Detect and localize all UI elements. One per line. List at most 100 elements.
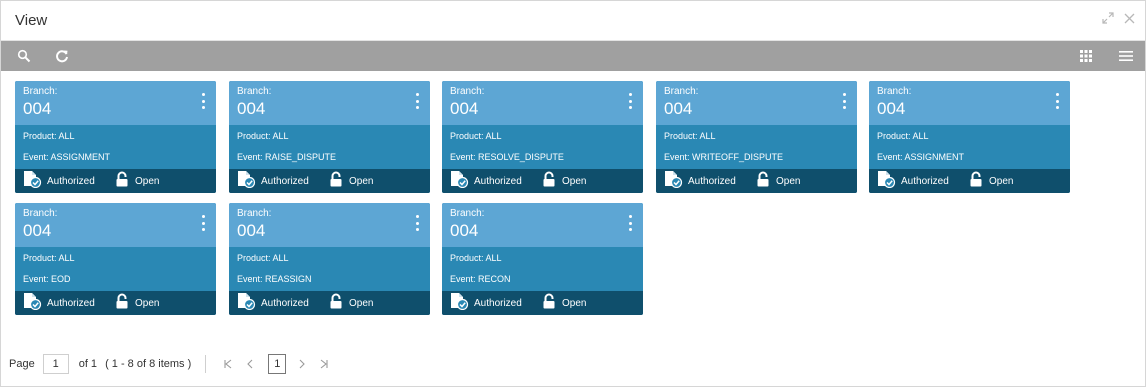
tile-header: Branch: 004 [869, 81, 1070, 125]
toolbar-left [15, 41, 71, 71]
tile-header: Branch: 004 [229, 81, 430, 125]
product-text: Product: ALL [23, 253, 75, 263]
branch-label: Branch: [23, 208, 58, 219]
event-text: Event: RESOLVE_DISPUTE [450, 152, 564, 162]
authorization-status: Authorized [22, 291, 95, 315]
branch-value: 004 [237, 221, 266, 240]
page-label: Page [9, 358, 35, 370]
tile-body: Product: ALL Event: RESOLVE_DISPUTE [442, 125, 643, 169]
tile-footer: Authorized Open [442, 169, 643, 193]
tile-footer: Authorized Open [15, 291, 216, 315]
record-status: Open [114, 291, 159, 315]
unlock-icon [114, 171, 130, 192]
authorized-icon [22, 170, 42, 193]
tile-footer: Authorized Open [229, 169, 430, 193]
product-text: Product: ALL [877, 131, 929, 141]
tile-body: Product: ALL Event: ASSIGNMENT [869, 125, 1070, 169]
record-tile[interactable]: Branch: 004 Product: ALL Event: ASSIGNMENT A… [15, 81, 216, 193]
close-icon[interactable] [1124, 12, 1135, 28]
record-tile[interactable]: Branch: 004 Product: ALL Event: RECON Author… [442, 203, 643, 315]
product-text: Product: ALL [237, 253, 289, 263]
next-page-button[interactable] [294, 354, 310, 374]
tile-header: Branch: 004 [656, 81, 857, 125]
restore-icon[interactable] [1102, 12, 1114, 28]
record-tile[interactable]: Branch: 004 Product: ALL Event: ASSIGNMENT A… [869, 81, 1070, 193]
tile-footer: Authorized Open [656, 169, 857, 193]
tile-header: Branch: 004 [442, 81, 643, 125]
authorized-icon [449, 170, 469, 193]
branch-value: 004 [664, 99, 693, 118]
authorization-status-text: Authorized [688, 175, 736, 187]
branch-label: Branch: [664, 86, 699, 97]
kebab-menu-icon[interactable] [200, 93, 206, 109]
record-status: Open [114, 169, 159, 193]
record-status: Open [541, 169, 586, 193]
unlock-icon [328, 171, 344, 192]
list-view-icon[interactable] [1117, 47, 1135, 65]
product-text: Product: ALL [237, 131, 289, 141]
page-number-input[interactable]: 1 [42, 354, 69, 374]
branch-value: 004 [23, 221, 52, 240]
unlock-icon [755, 171, 771, 192]
branch-label: Branch: [23, 86, 58, 97]
kebab-menu-icon[interactable] [414, 215, 420, 231]
tile-body: Product: ALL Event: WRITEOFF_DISPUTE [656, 125, 857, 169]
toolbar-right [1077, 41, 1135, 71]
record-tile[interactable]: Branch: 004 Product: ALL Event: WRITEOFF_DI… [656, 81, 857, 193]
kebab-menu-icon[interactable] [200, 215, 206, 231]
record-status: Open [541, 291, 586, 315]
kebab-menu-icon[interactable] [627, 215, 633, 231]
branch-label: Branch: [237, 86, 272, 97]
record-status-text: Open [135, 175, 160, 187]
unlock-icon [114, 293, 130, 314]
refresh-icon[interactable] [53, 47, 71, 65]
search-icon[interactable] [15, 47, 33, 65]
event-text: Event: ASSIGNMENT [23, 152, 111, 162]
authorization-status-text: Authorized [474, 175, 522, 187]
tile-body: Product: ALL Event: RECON [442, 247, 643, 291]
kebab-menu-icon[interactable] [627, 93, 633, 109]
kebab-menu-icon[interactable] [841, 93, 847, 109]
grid-view-icon[interactable] [1077, 47, 1095, 65]
authorization-status-text: Authorized [261, 175, 309, 187]
record-tile[interactable]: Branch: 004 Product: ALL Event: EOD Authoriz… [15, 203, 216, 315]
event-text: Event: REASSIGN [237, 274, 312, 284]
tile-footer: Authorized Open [442, 291, 643, 315]
branch-label: Branch: [450, 208, 485, 219]
event-text: Event: WRITEOFF_DISPUTE [664, 152, 784, 162]
authorization-status-text: Authorized [47, 175, 95, 187]
authorized-icon [663, 170, 683, 193]
prev-page-button[interactable] [242, 354, 258, 374]
record-tile[interactable]: Branch: 004 Product: ALL Event: RAISE_DISPU… [229, 81, 430, 193]
unlock-icon [541, 171, 557, 192]
item-range-text: ( 1 - 8 of 8 items ) [105, 358, 192, 370]
record-status: Open [968, 169, 1013, 193]
unlock-icon [328, 293, 344, 314]
tile-header: Branch: 004 [442, 203, 643, 247]
kebab-menu-icon[interactable] [1054, 93, 1060, 109]
branch-value: 004 [450, 99, 479, 118]
record-status-text: Open [349, 297, 374, 309]
tile-body: Product: ALL Event: EOD [15, 247, 216, 291]
record-tile[interactable]: Branch: 004 Product: ALL Event: REASSIGN Aut… [229, 203, 430, 315]
product-text: Product: ALL [664, 131, 716, 141]
branch-label: Branch: [237, 208, 272, 219]
authorization-status: Authorized [236, 169, 309, 193]
last-page-button[interactable] [316, 354, 332, 374]
record-tile[interactable]: Branch: 004 Product: ALL Event: RESOLVE_DIS… [442, 81, 643, 193]
branch-value: 004 [450, 221, 479, 240]
branch-label: Branch: [877, 86, 912, 97]
branch-value: 004 [23, 99, 52, 118]
record-status-text: Open [562, 297, 587, 309]
kebab-menu-icon[interactable] [414, 93, 420, 109]
product-text: Product: ALL [23, 131, 75, 141]
current-page-button[interactable]: 1 [268, 354, 287, 374]
record-status: Open [328, 169, 373, 193]
record-status-text: Open [349, 175, 374, 187]
branch-label: Branch: [450, 86, 485, 97]
page-count-text: of 1 [78, 358, 98, 370]
authorization-status: Authorized [22, 169, 95, 193]
first-page-button[interactable] [220, 354, 236, 374]
authorization-status-text: Authorized [901, 175, 949, 187]
record-status-text: Open [989, 175, 1014, 187]
